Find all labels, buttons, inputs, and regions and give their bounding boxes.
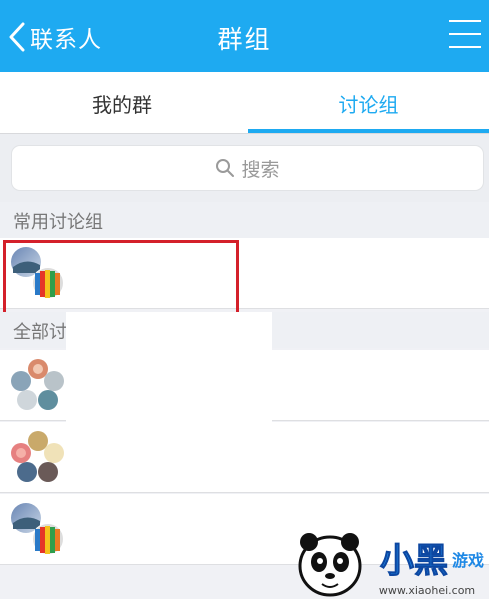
section-label-frequent: 常用讨论组 bbox=[13, 212, 103, 233]
mask-overlay bbox=[66, 352, 272, 492]
highlight-box bbox=[3, 240, 239, 315]
section-label-all: 全部讨 bbox=[13, 322, 67, 343]
mask-overlay bbox=[66, 312, 272, 352]
search-placeholder: 搜索 bbox=[241, 158, 280, 181]
top-bar: 联系人 群组 bbox=[0, 0, 489, 72]
tab-my-groups[interactable]: 我的群 bbox=[0, 72, 244, 134]
tab-discussion-groups[interactable]: 讨论组 bbox=[248, 72, 489, 134]
svg-text:www.xiaohei.com: www.xiaohei.com bbox=[379, 584, 475, 597]
svg-text:小黑: 小黑 bbox=[380, 541, 448, 581]
group-avatar bbox=[11, 359, 64, 410]
page-title: 群组 bbox=[217, 25, 272, 54]
watermark-logo: 小黑 游戏 www.xiaohei.com bbox=[298, 533, 484, 597]
tab-bar: 我的群 讨论组 bbox=[0, 72, 489, 134]
search-input[interactable]: 搜索 bbox=[12, 146, 483, 190]
group-avatar bbox=[11, 431, 64, 482]
section-header-frequent: 常用讨论组 bbox=[0, 202, 489, 238]
svg-text:游戏: 游戏 bbox=[452, 551, 484, 570]
group-avatar bbox=[11, 503, 64, 555]
search-area: 搜索 bbox=[0, 134, 489, 202]
search-icon bbox=[216, 159, 235, 177]
divider bbox=[0, 492, 489, 493]
menu-icon[interactable] bbox=[449, 20, 481, 50]
